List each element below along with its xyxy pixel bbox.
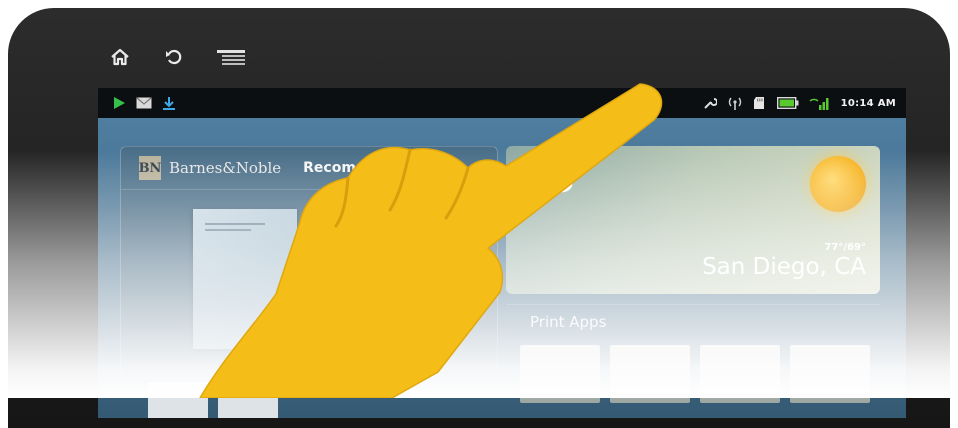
play-icon[interactable] — [112, 96, 126, 110]
book-cover[interactable] — [193, 209, 297, 349]
status-bar: 10:14 AM — [98, 88, 906, 118]
weather-widget[interactable]: 73 77°/69° San Diego, CA — [506, 146, 880, 294]
book-thumbnail[interactable] — [148, 382, 208, 418]
print-apps-title: Print Apps — [530, 313, 607, 331]
recommended-label: Recom — [303, 160, 356, 176]
book-author: b — [317, 231, 324, 244]
back-icon[interactable] — [160, 44, 188, 70]
app-thumbnail[interactable] — [610, 345, 690, 403]
bn-logo: BN — [139, 156, 161, 180]
book-title[interactable]: A T — [317, 213, 340, 228]
app-thumbnail[interactable] — [520, 345, 600, 403]
widget-header: BN Barnes&Noble Recom — [121, 147, 497, 190]
weather-temperature: 73 — [520, 152, 576, 203]
home-screen: BN Barnes&Noble Recom A T b 73 77°/69° S… — [98, 118, 906, 418]
mail-icon[interactable] — [136, 97, 152, 109]
weather-range: 77°/69° — [824, 242, 866, 253]
wrench-icon[interactable] — [703, 96, 717, 110]
tablet-screen: 10:14 AM BN Barnes&Noble Recom A T b 73 … — [98, 88, 906, 418]
cover-title-line — [205, 223, 265, 225]
app-thumbnail[interactable] — [700, 345, 780, 403]
print-apps-widget: Print Apps — [506, 304, 880, 418]
wifi-hotspot-icon[interactable] — [727, 96, 743, 110]
signal-icon[interactable] — [809, 96, 831, 110]
bn-brand-name: Barnes&Noble — [169, 159, 282, 177]
bn-thumbnail-row — [148, 382, 278, 418]
app-thumbnail-row — [520, 345, 870, 403]
tablet-bezel: 10:14 AM BN Barnes&Noble Recom A T b 73 … — [8, 8, 950, 428]
weather-city: San Diego, CA — [702, 254, 866, 280]
cover-subtitle-line — [205, 229, 251, 231]
sun-icon — [810, 156, 866, 212]
sd-card-icon[interactable] — [753, 96, 767, 110]
book-thumbnail[interactable] — [218, 382, 278, 418]
battery-icon[interactable] — [776, 97, 799, 109]
menu-icon[interactable] — [214, 44, 248, 70]
app-thumbnail[interactable] — [790, 345, 870, 403]
barnes-noble-widget[interactable]: BN Barnes&Noble Recom A T b — [120, 146, 498, 378]
status-time: 10:14 AM — [840, 97, 896, 109]
home-icon[interactable] — [106, 44, 134, 70]
download-icon[interactable] — [162, 96, 176, 110]
